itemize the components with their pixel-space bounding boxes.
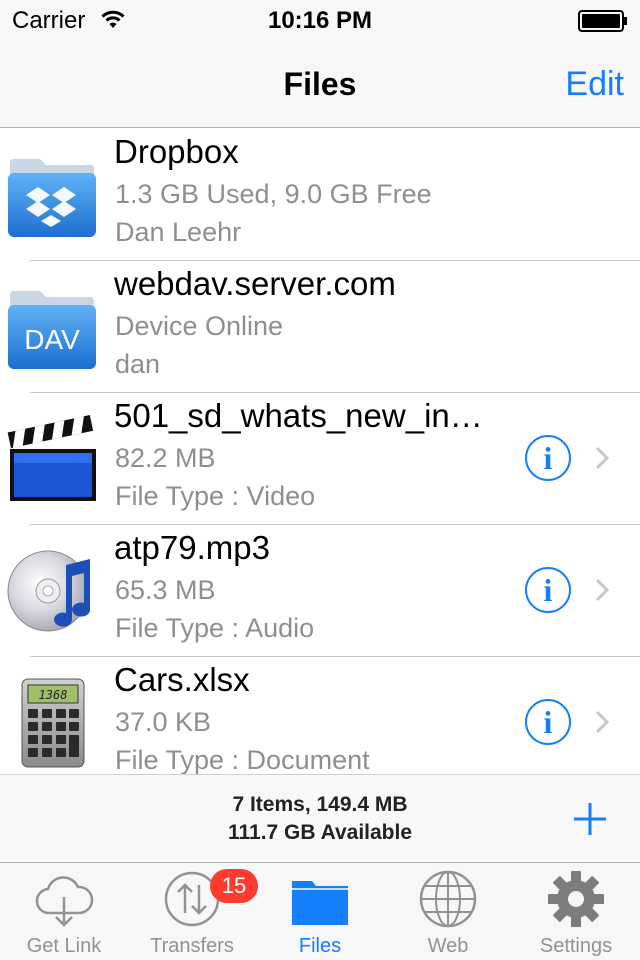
file-subdetail: Dan Leehr — [115, 217, 242, 247]
file-subdetail: dan — [115, 349, 161, 379]
gear-icon — [548, 871, 604, 927]
chevron-right-icon — [595, 446, 610, 470]
file-subdetail: File Type : Audio — [115, 613, 315, 643]
tab-settings[interactable]: Settings — [512, 863, 640, 960]
file-list: Dropbox 1.3 GB Used, 9.0 GB Free Dan Lee… — [0, 129, 640, 789]
info-button[interactable]: i — [525, 699, 571, 745]
file-name: atp79.mp3 — [114, 529, 270, 566]
edit-button[interactable]: Edit — [565, 65, 624, 104]
dav-folder-icon: DAV — [8, 291, 96, 369]
transfers-badge: 15 — [210, 869, 258, 903]
file-subdetail: File Type : Video — [115, 481, 316, 511]
dav-folder-label: DAV — [24, 324, 80, 355]
folder-icon — [292, 881, 348, 925]
info-button[interactable]: i — [525, 567, 571, 613]
add-icon[interactable] — [572, 801, 608, 837]
tab-get-link[interactable]: Get Link — [0, 863, 128, 960]
chevron-right-icon — [595, 578, 610, 602]
file-row-webdav[interactable]: DAV webdav.server.com Device Online dan — [0, 261, 640, 393]
dropbox-folder-icon — [8, 159, 96, 237]
file-name: Cars.xlsx — [114, 661, 250, 698]
file-detail: 37.0 KB — [115, 707, 212, 737]
tab-transfers[interactable]: 15 Transfers — [128, 863, 258, 960]
file-row-video[interactable]: 501_sd_whats_new_in… 82.2 MB File Type :… — [0, 393, 640, 525]
tab-label: Web — [427, 935, 469, 957]
tab-label: Get Link — [26, 935, 102, 957]
file-detail: 82.2 MB — [115, 443, 216, 473]
file-name: 501_sd_whats_new_in… — [114, 397, 483, 434]
file-name: webdav.server.com — [114, 265, 396, 302]
file-row-dropbox[interactable]: Dropbox 1.3 GB Used, 9.0 GB Free Dan Lee… — [0, 129, 640, 261]
file-row-document[interactable]: 1368 Cars.xlsx 37.0 KB File Type : Docum… — [0, 657, 640, 789]
navigation-bar: Files Edit — [0, 40, 640, 128]
file-subdetail: File Type : Document — [115, 745, 370, 775]
file-detail: Device Online — [115, 311, 284, 341]
page-title: Files — [283, 66, 357, 102]
available-space-label: 111.7 GB Available — [227, 821, 413, 844]
tab-web[interactable]: Web — [384, 863, 512, 960]
globe-icon — [419, 870, 477, 928]
tab-label: Settings — [539, 935, 613, 957]
item-count-label: 7 Items, 149.4 MB — [232, 793, 408, 816]
tab-label: Files — [298, 935, 342, 957]
tab-bar: Get Link 15 Transfers Files Web Settings — [0, 862, 640, 960]
audio-cd-icon — [7, 550, 91, 632]
chevron-right-icon — [595, 710, 610, 734]
file-name: Dropbox — [114, 133, 239, 170]
file-detail: 1.3 GB Used, 9.0 GB Free — [115, 179, 432, 209]
storage-summary-bar: 7 Items, 149.4 MB 111.7 GB Available — [0, 774, 640, 862]
status-bar: Carrier 10:16 PM — [0, 0, 640, 40]
file-row-audio[interactable]: atp79.mp3 65.3 MB File Type : Audio i — [0, 525, 640, 657]
cloud-download-icon — [35, 876, 94, 927]
tab-files[interactable]: Files — [256, 863, 384, 960]
calculator-icon: 1368 — [21, 678, 85, 768]
info-button[interactable]: i — [525, 435, 571, 481]
video-clapper-icon — [7, 415, 96, 501]
tab-label: Transfers — [150, 935, 234, 957]
calculator-display: 1368 — [39, 688, 68, 702]
battery-icon — [578, 10, 627, 32]
status-time: 10:16 PM — [267, 7, 373, 34]
file-detail: 65.3 MB — [115, 575, 216, 605]
